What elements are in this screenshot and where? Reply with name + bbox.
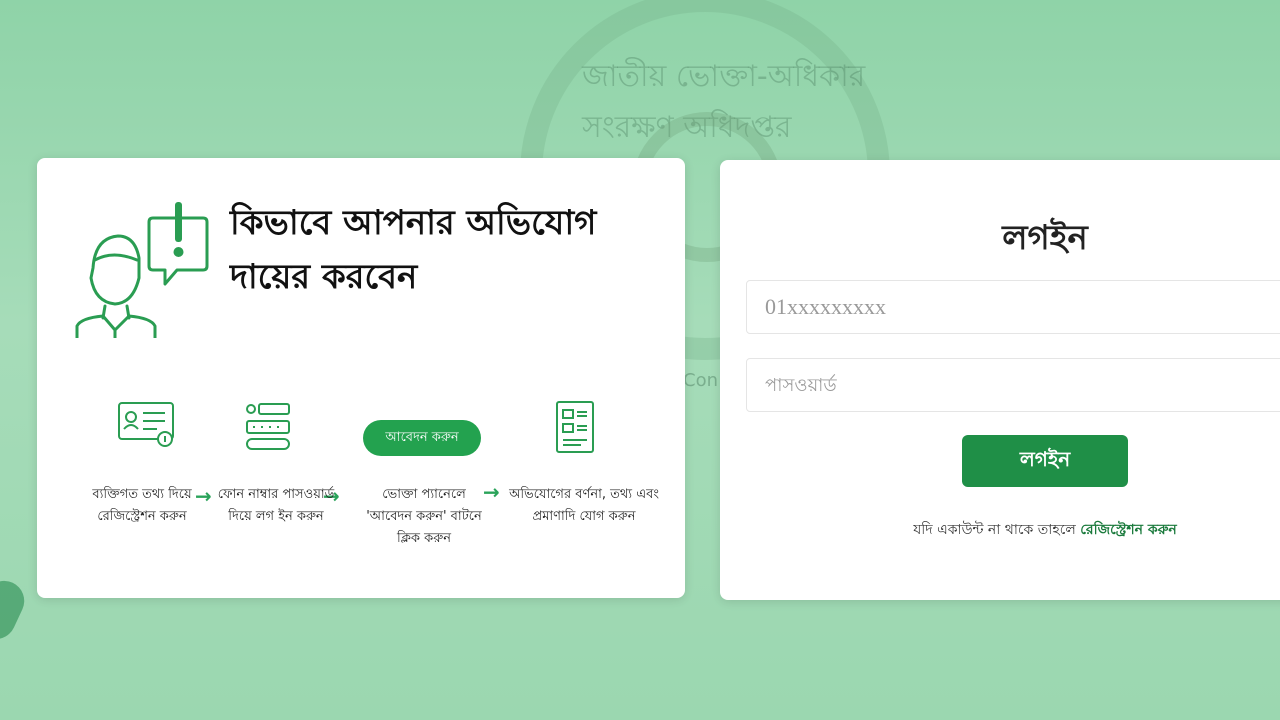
step-4-text: অভিযোগের বর্ণনা, তথ্য এবং প্রমাণাদি যোগ …	[509, 487, 659, 524]
guide-title: কিভাবে আপনার অভিযোগ দায়ের করবেন	[230, 203, 597, 297]
step-2-text: ফোন নাম্বার পাসওয়ার্ড দিয়ে লগ ইন করুন	[217, 487, 335, 524]
emblem-subtext: Con	[683, 370, 718, 391]
login-card: লগইন লগইন যদি একাউন্ট না থাকে তাহলে রেজি…	[720, 160, 1280, 600]
register-prompt: যদি একাউন্ট না থাকে তাহলে	[913, 522, 1076, 538]
step-3-text: ভোক্তা প্যানেলে 'আবেদন করুন' বাটনে ক্লিক…	[366, 487, 482, 546]
phone-input[interactable]	[746, 280, 1280, 334]
phone-password-icon	[246, 403, 290, 450]
login-button[interactable]: লগইন	[962, 435, 1128, 487]
register-line: যদি একাউন্ট না থাকে তাহলে রেজিস্ট্রেশন ক…	[720, 518, 1280, 542]
complaint-guide-card: কিভাবে আপনার অভিযোগ দায়ের করবেন → → আবে…	[37, 158, 685, 598]
login-title: লগইন	[1002, 218, 1088, 258]
id-card-icon	[118, 402, 174, 447]
leaf-decoration	[0, 574, 31, 646]
document-form-icon	[556, 401, 594, 453]
step-1-text: ব্যক্তিগত তথ্য দিয়ে রেজিস্ট্রেশন করুন	[92, 487, 192, 524]
apply-button[interactable]: আবেদন করুন	[363, 420, 481, 456]
person-alert-icon	[75, 202, 209, 338]
password-input[interactable]	[746, 358, 1280, 412]
register-link[interactable]: রেজিস্ট্রেশন করুন	[1080, 522, 1177, 538]
